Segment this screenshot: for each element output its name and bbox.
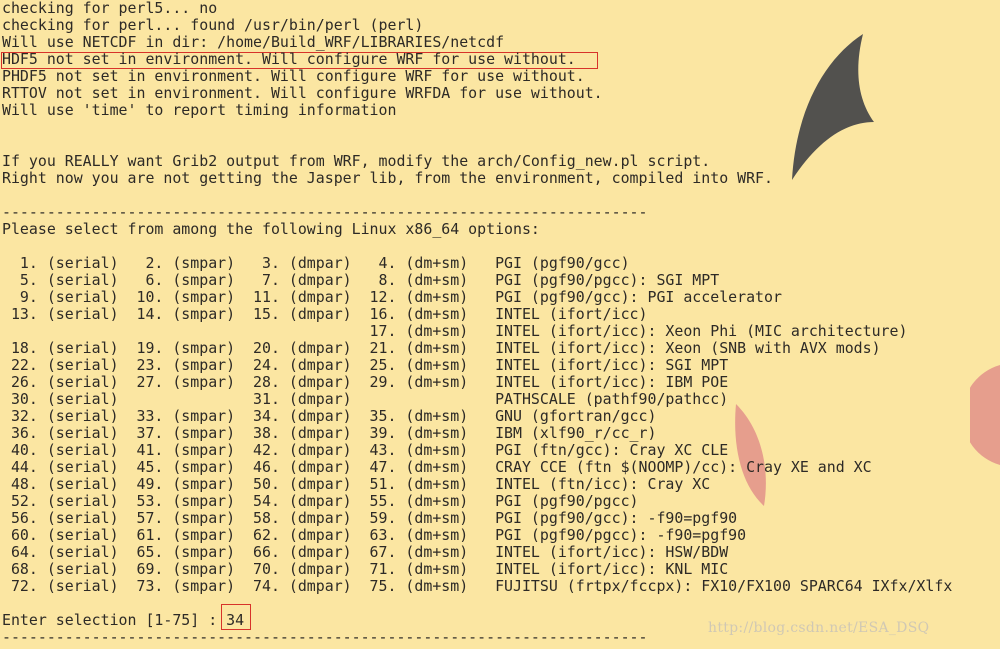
terminal-line: 30. (serial) 31. (dmpar) PATHSCALE (path… bbox=[2, 390, 729, 408]
terminal-line: HDF5 not set in environment. Will config… bbox=[2, 50, 576, 68]
terminal-line: Will use NETCDF in dir: /home/Build_WRF/… bbox=[2, 33, 505, 51]
terminal-line: 48. (serial) 49. (smpar) 50. (dmpar) 51.… bbox=[2, 475, 711, 493]
terminal-line: 1. (serial) 2. (smpar) 3. (dmpar) 4. (dm… bbox=[2, 254, 630, 272]
terminal-line: ----------------------------------------… bbox=[2, 628, 648, 646]
watermark: http://blog.csdn.net/ESA_DSQ bbox=[708, 620, 930, 636]
terminal-line: 36. (serial) 37. (smpar) 38. (dmpar) 39.… bbox=[2, 424, 657, 442]
terminal-line: checking for perl... found /usr/bin/perl… bbox=[2, 16, 424, 34]
terminal-line: 18. (serial) 19. (smpar) 20. (dmpar) 21.… bbox=[2, 339, 881, 357]
terminal-line: Will use 'time' to report timing informa… bbox=[2, 101, 397, 119]
terminal-line: Please select from among the following L… bbox=[2, 220, 540, 238]
terminal-window[interactable]: checking for perl5... no checking for per… bbox=[0, 0, 1000, 649]
terminal-line: 44. (serial) 45. (smpar) 46. (dmpar) 47.… bbox=[2, 458, 872, 476]
terminal-line: 60. (serial) 61. (smpar) 62. (dmpar) 63.… bbox=[2, 526, 747, 544]
terminal-line: RTTOV not set in environment. Will confi… bbox=[2, 84, 603, 102]
terminal-line: checking for perl5... no bbox=[2, 0, 218, 17]
terminal-line: 13. (serial) 14. (smpar) 15. (dmpar) 16.… bbox=[2, 305, 648, 323]
terminal-line: 32. (serial) 33. (smpar) 34. (dmpar) 35.… bbox=[2, 407, 657, 425]
terminal-line: Right now you are not getting the Jasper… bbox=[2, 169, 773, 187]
terminal-line: 40. (serial) 41. (smpar) 42. (dmpar) 43.… bbox=[2, 441, 729, 459]
terminal-line: 5. (serial) 6. (smpar) 7. (dmpar) 8. (dm… bbox=[2, 271, 720, 289]
terminal-line: 22. (serial) 23. (smpar) 24. (dmpar) 25.… bbox=[2, 356, 729, 374]
terminal-line: 72. (serial) 73. (smpar) 74. (dmpar) 75.… bbox=[2, 577, 953, 595]
terminal-line: ----------------------------------------… bbox=[2, 203, 648, 221]
terminal-line: PHDF5 not set in environment. Will confi… bbox=[2, 67, 585, 85]
terminal-line: 52. (serial) 53. (smpar) 54. (dmpar) 55.… bbox=[2, 492, 639, 510]
terminal-line: 56. (serial) 57. (smpar) 58. (dmpar) 59.… bbox=[2, 509, 738, 527]
terminal-line: 17. (dm+sm) INTEL (ifort/icc): Xeon Phi … bbox=[2, 322, 908, 340]
terminal-line: Enter selection [1-75] : 34 bbox=[2, 611, 245, 629]
terminal-line: 26. (serial) 27. (smpar) 28. (dmpar) 29.… bbox=[2, 373, 729, 391]
terminal-line: 68. (serial) 69. (smpar) 70. (dmpar) 71.… bbox=[2, 560, 729, 578]
terminal-line: If you REALLY want Grib2 output from WRF… bbox=[2, 152, 711, 170]
terminal-line: 64. (serial) 65. (smpar) 66. (dmpar) 67.… bbox=[2, 543, 729, 561]
terminal-line: 9. (serial) 10. (smpar) 11. (dmpar) 12. … bbox=[2, 288, 782, 306]
